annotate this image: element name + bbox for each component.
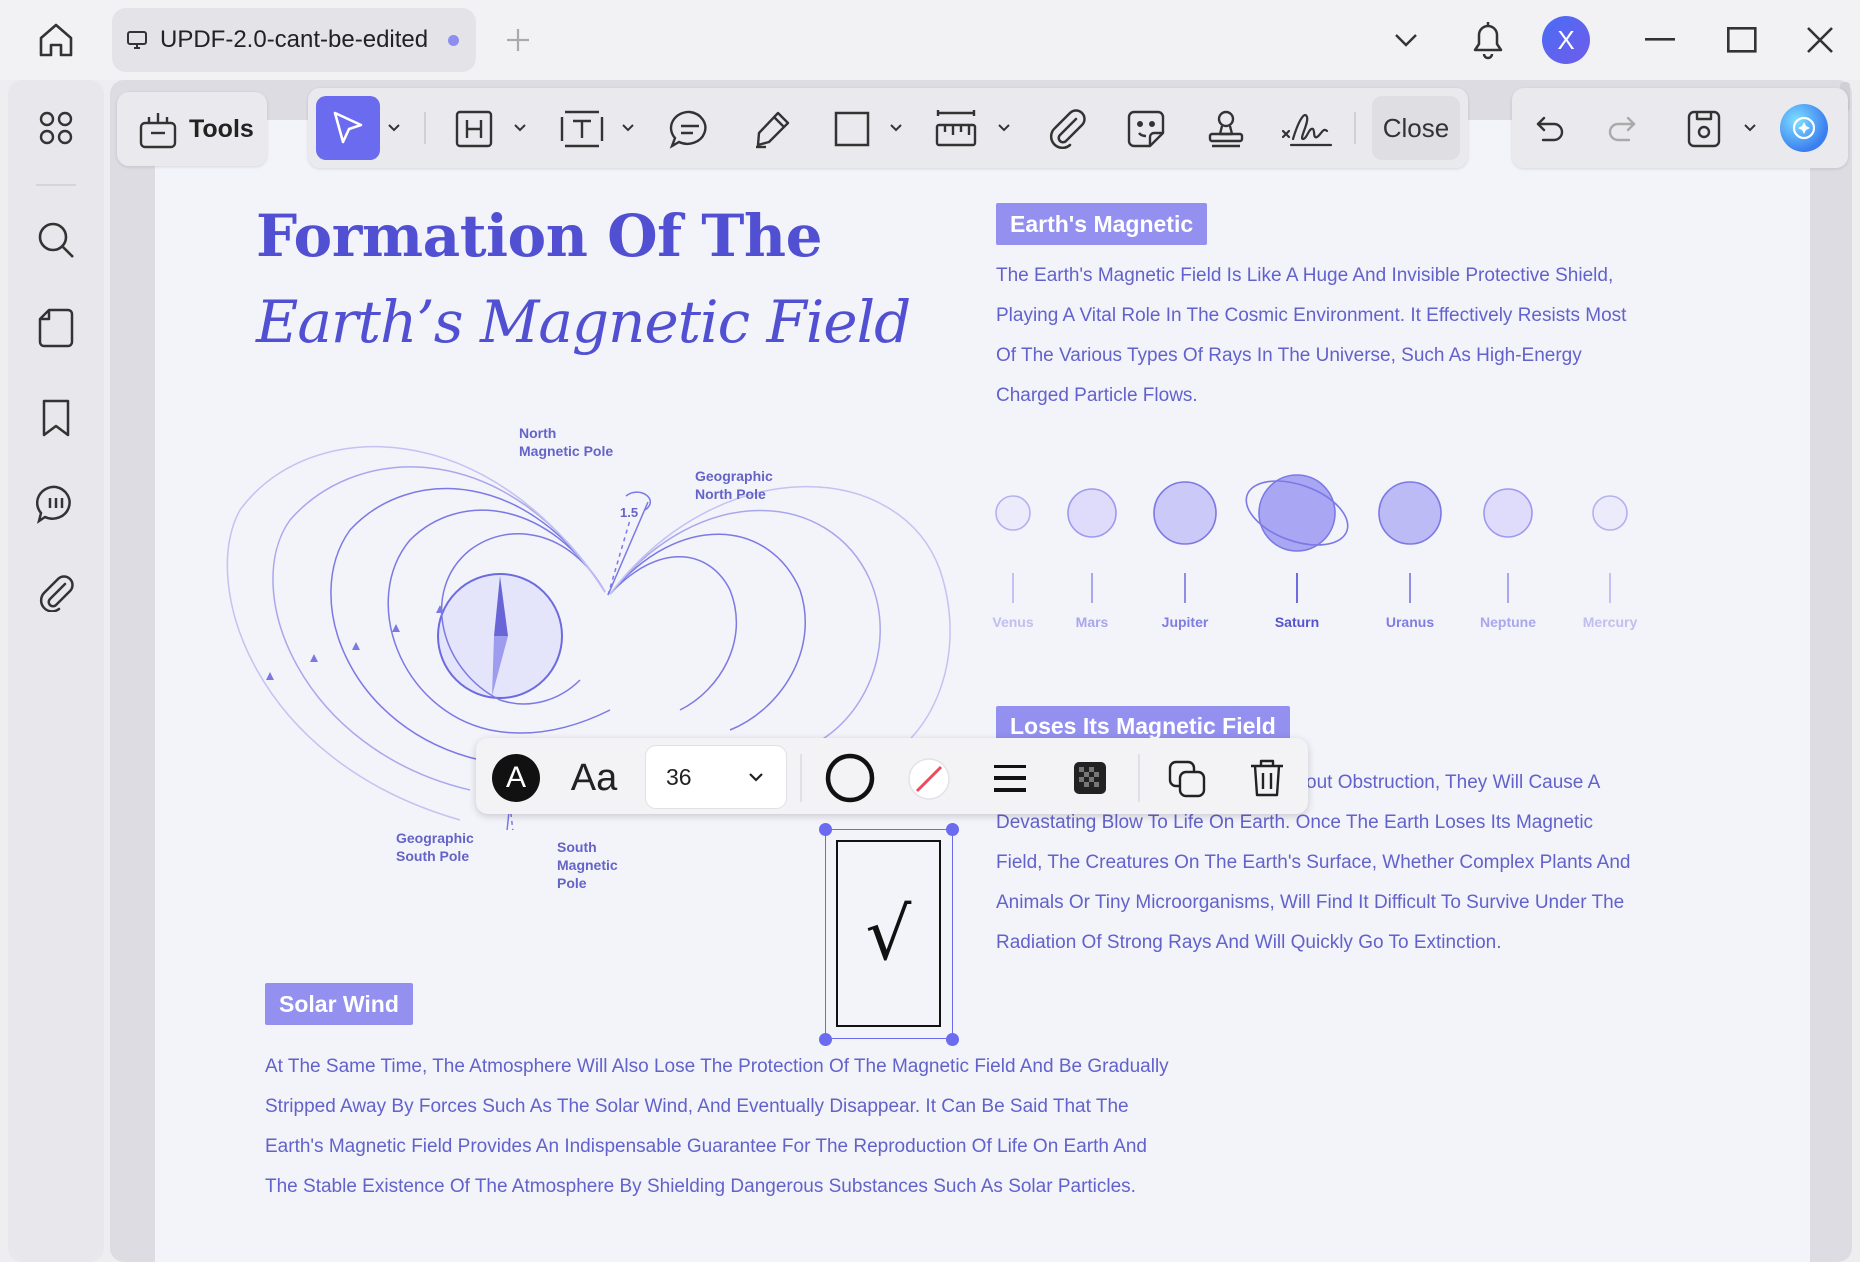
bell-icon[interactable] [1466, 14, 1510, 64]
earth-magnetic-heading: Earth's Magnetic [996, 203, 1208, 245]
heading-tool-icon[interactable] [448, 104, 500, 154]
fill-none-icon[interactable] [906, 756, 952, 802]
document-tab-icon [126, 29, 148, 51]
angle-label: 1.5 [620, 505, 639, 520]
stamp-tool-icon[interactable] [1200, 104, 1252, 154]
font-size-select[interactable]: 36 [646, 746, 786, 808]
doc-title-line2: Earth’s Magnetic Field [256, 288, 911, 356]
south-magnetic-pole-label: South Magnetic Pole [557, 839, 618, 891]
north-magnetic-pole-label: North Magnetic Pole [519, 425, 614, 459]
thumbnails-grid-icon[interactable] [32, 106, 80, 150]
chevron-down-icon[interactable] [1388, 20, 1424, 60]
ai-assistant-button[interactable] [1780, 104, 1828, 152]
toolbar-divider [1354, 112, 1356, 144]
font-size-value: 36 [666, 763, 692, 790]
planet-label-mars: Mars [1075, 614, 1109, 630]
user-avatar[interactable]: X [1542, 16, 1590, 64]
loses-paragraph-line0: out Obstruction, They Will Cause A [1306, 772, 1601, 793]
undo-icon[interactable] [1530, 104, 1570, 154]
toolbar-divider [424, 112, 426, 144]
close-toolbar-button[interactable]: Close [1372, 96, 1460, 160]
planet-label-saturn: Saturn [1274, 614, 1320, 630]
heading-tool-dropdown-icon[interactable] [508, 116, 532, 140]
shape-tool-dropdown-icon[interactable] [884, 116, 908, 140]
sidebar-divider [36, 184, 76, 186]
checkbox-checkmark: √ [836, 840, 941, 1027]
resize-handle-top-right[interactable] [946, 823, 959, 836]
maximize-icon[interactable] [1722, 20, 1762, 60]
comments-icon[interactable] [32, 482, 80, 526]
textbox-tool-dropdown-icon[interactable] [616, 116, 640, 140]
signature-tool-icon[interactable] [1278, 104, 1336, 154]
select-tool-button[interactable] [316, 96, 380, 160]
minimize-icon[interactable] [1642, 22, 1678, 58]
doc-title-line1: Formation Of The [256, 202, 822, 270]
selected-checkbox-field[interactable]: √ [825, 829, 953, 1039]
planet-label-jupiter: Jupiter [1161, 614, 1209, 630]
close-window-icon[interactable] [1800, 20, 1840, 60]
textbox-tool-icon[interactable] [556, 104, 608, 154]
measure-tool-icon[interactable] [930, 104, 982, 154]
unsaved-dot [448, 34, 460, 46]
search-icon[interactable] [32, 218, 80, 262]
rectangle-tool-icon[interactable] [826, 104, 878, 154]
attachment-icon[interactable] [32, 570, 80, 614]
opacity-checker-icon[interactable] [1068, 756, 1112, 800]
planet-label-uranus: Uranus [1385, 614, 1435, 630]
save-icon[interactable] [1684, 104, 1724, 154]
measure-tool-dropdown-icon[interactable] [992, 116, 1016, 140]
float-toolbar-divider [1138, 754, 1140, 802]
document-tab-title: UPDF-2.0-cant-be-edited [160, 26, 429, 53]
attach-file-tool-icon[interactable] [1042, 104, 1094, 154]
solar-wind-heading: Solar Wind [265, 983, 413, 1025]
font-size-chevron-icon [748, 772, 764, 782]
save-dropdown-icon[interactable] [1738, 116, 1762, 140]
planet-label-mercury: Mercury [1582, 614, 1638, 630]
resize-handle-top-left[interactable] [819, 823, 832, 836]
duplicate-icon[interactable] [1164, 756, 1210, 802]
home-icon[interactable] [30, 16, 82, 64]
tools-label: Tools [189, 114, 254, 143]
font-color-button[interactable]: A [492, 754, 540, 802]
comment-tool-icon[interactable] [664, 104, 716, 154]
planets-graphic [995, 474, 1628, 603]
border-style-circle-icon[interactable] [824, 752, 876, 804]
line-width-icon[interactable] [988, 756, 1032, 800]
solar-wind-paragraph: At The Same Time, The Atmosphere Will Al… [265, 1056, 1169, 1197]
tools-button[interactable]: Tools [117, 92, 267, 166]
redo-icon[interactable] [1602, 104, 1642, 154]
pages-icon[interactable] [32, 306, 80, 350]
planet-label-neptune: Neptune [1480, 614, 1536, 630]
delete-trash-icon[interactable] [1244, 754, 1290, 802]
earth-magnetic-paragraph: The Earth's Magnetic Field Is Like A Hug… [996, 265, 1627, 406]
document-tab[interactable]: UPDF-2.0-cant-be-edited [112, 8, 476, 72]
geographic-south-pole-label: Geographic South Pole [396, 830, 474, 864]
select-tool-dropdown-icon[interactable] [382, 116, 406, 140]
new-tab-plus-icon[interactable] [500, 20, 536, 60]
sticker-tool-icon[interactable] [1120, 104, 1172, 154]
loses-paragraph: Devastating Blow To Life On Earth. Once … [996, 812, 1631, 953]
toolbox-icon [139, 109, 177, 149]
float-toolbar-divider [800, 754, 802, 802]
pencil-tool-icon[interactable] [746, 104, 798, 154]
font-family-button[interactable]: Aa [566, 752, 622, 804]
resize-handle-bottom-left[interactable] [819, 1033, 832, 1046]
geographic-north-pole-label: Geographic North Pole [695, 468, 773, 502]
bookmark-icon[interactable] [32, 396, 80, 440]
resize-handle-bottom-right[interactable] [946, 1033, 959, 1046]
